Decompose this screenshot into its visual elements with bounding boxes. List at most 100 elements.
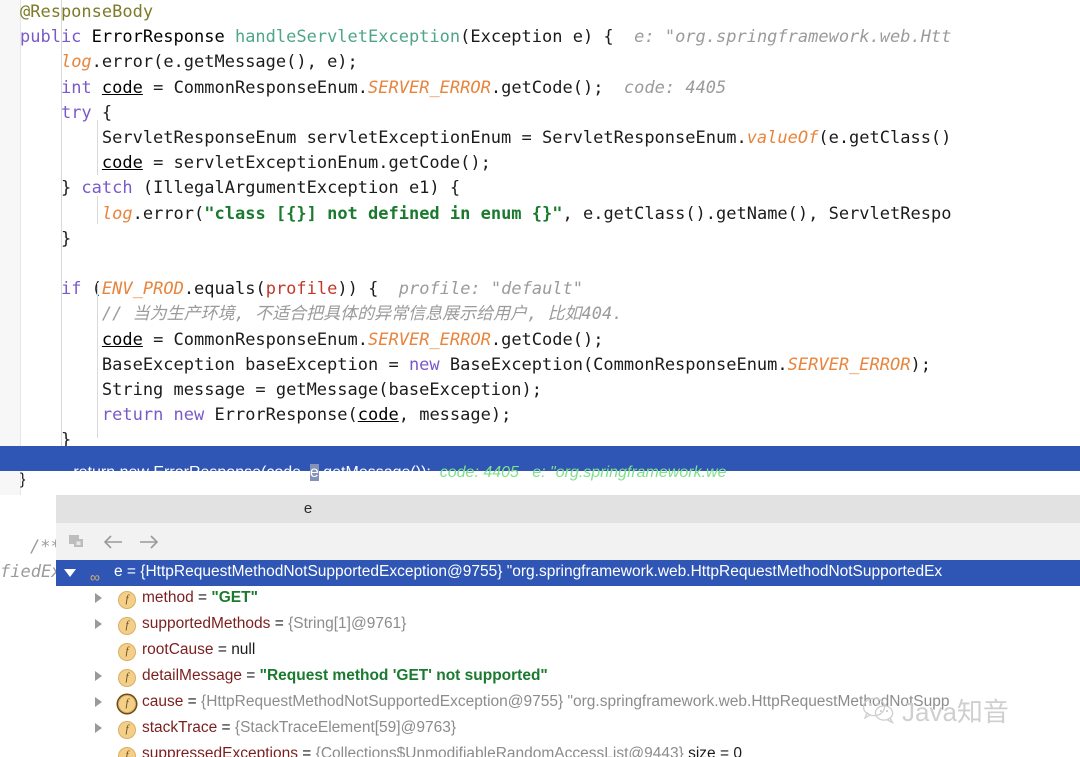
indent-guide [97, 196, 98, 224]
code-token: = servletExceptionEnum.getCode(); [142, 153, 491, 174]
execution-marker [0, 446, 4, 472]
code-token: .getCode(); [490, 77, 604, 98]
code-token: code [101, 329, 143, 350]
code-token: ErrorResponse( [214, 405, 358, 426]
variable-value: size = 0 [683, 745, 742, 757]
variable-value: "GET" [211, 589, 258, 606]
code-token: { [101, 102, 113, 123]
code-line: ServletResponseEnum servletExceptionEnum… [0, 126, 1080, 151]
code-token: String message = getMessage(baseExceptio… [20, 380, 542, 400]
arrow-left-icon [103, 535, 122, 549]
code-token: "class [{}] not defined in enum {}" [204, 203, 563, 224]
code-line: try { [0, 101, 1080, 126]
code-token: profile [265, 279, 338, 300]
code-token: handleServletException [234, 27, 461, 48]
watch-oo-icon: ∞ [90, 569, 100, 585]
debugger-toolbar[interactable] [56, 523, 1080, 561]
field-icon: f [118, 617, 136, 635]
field-circled-icon: f [118, 695, 136, 713]
field-icon: f [118, 747, 136, 757]
expand-arrow-right-icon[interactable] [95, 593, 102, 603]
expand-arrow-down-icon[interactable] [64, 569, 76, 577]
code-token: profile: "default" [378, 279, 584, 300]
current-execution-line[interactable]: return new ErrorResponse(code, e.getMess… [0, 446, 1080, 481]
code-token: ); [910, 354, 931, 375]
variable-reference: {Collections$UnmodifiableRandomAccessLis… [315, 745, 684, 757]
code-token: SERVER_ERROR [368, 77, 491, 98]
code-token: log [60, 52, 92, 73]
variable-row[interactable]: f detailMessage = "Request method 'GET' n… [56, 664, 1080, 690]
variable-reference: {StackTraceElement[59]@9763} [234, 719, 457, 736]
expand-arrow-right-icon[interactable] [95, 723, 102, 733]
indent-guide [97, 283, 98, 438]
code-token: .getCode(); [490, 329, 604, 350]
variable-value: null [231, 641, 256, 658]
variable-name: cause [142, 693, 184, 710]
variable-name: detailMessage [142, 667, 242, 684]
code-token: ServletResponseEnum servletExceptionEnum… [20, 128, 747, 148]
code-line: log.error("class [{}] not defined in enu… [0, 202, 1080, 227]
expand-arrow-right-icon[interactable] [95, 697, 102, 707]
code-token: ENV_PROD [101, 279, 184, 300]
variable-equals: = [297, 745, 316, 757]
variable-row[interactable]: f rootCause = null [56, 638, 1080, 664]
variable-row[interactable]: f cause = {HttpRequestMethodNotSupportedE… [56, 690, 1080, 716]
field-icon: f [118, 721, 136, 739]
copy-frame-icon [69, 535, 83, 547]
variable-name: stackTrace [142, 719, 218, 736]
variables-tree[interactable]: ∞ e = {HttpRequestMethodNotSupportedExcep… [56, 560, 1080, 757]
code-token: valueOf [746, 128, 819, 148]
closing-brace: } [20, 471, 26, 488]
navigate-back-button[interactable] [102, 533, 124, 551]
background-comment-text: fiedExc [0, 562, 56, 582]
code-token: @ResponseBody [20, 2, 154, 22]
debugger-popup-title: e [303, 500, 313, 517]
expand-arrow-right-icon[interactable] [95, 671, 102, 681]
code-token: BaseException baseException = [20, 354, 409, 375]
variable-value: "org.springframework.web.HttpRequestMeth… [502, 563, 943, 580]
code-line: } catch (IllegalArgumentException e1) { [0, 176, 1080, 201]
expand-arrow-right-icon[interactable] [95, 619, 102, 629]
code-token: , e.getClass().getName(), ServletRespo [562, 203, 952, 224]
variable-row[interactable]: f supportedMethods = {String[1]@9761} [56, 612, 1080, 638]
code-line: int code = CommonResponseEnum.SERVER_ERR… [0, 76, 1080, 101]
ide-window: @ResponseBody public ErrorResponse handle… [0, 0, 1080, 757]
code-token: int [60, 77, 102, 98]
variable-reference: {HttpRequestMethodNotSupportedException@… [140, 563, 503, 580]
indent-guide [61, 0, 62, 465]
code-line: public ErrorResponse handleServletExcept… [0, 25, 1080, 50]
source-code[interactable]: @ResponseBody public ErrorResponse handle… [0, 0, 1080, 495]
field-icon: f [118, 643, 136, 661]
code-editor[interactable]: @ResponseBody public ErrorResponse handle… [0, 0, 1080, 495]
code-line: BaseException baseException = new BaseEx… [0, 353, 1080, 378]
code-token: = CommonResponseEnum. [142, 329, 369, 350]
code-token: log [101, 203, 133, 224]
variable-row[interactable]: ∞ e = {HttpRequestMethodNotSupportedExcep… [56, 560, 1080, 586]
debugger-variables-panel[interactable]: e ∞ e = {HttpRequestMethodNotSupportedEx… [56, 495, 1080, 757]
code-line: } [0, 227, 1080, 252]
code-token: BaseException(CommonResponseEnum. [449, 354, 788, 375]
code-line: if (ENV_PROD.equals(profile)) { profile:… [0, 277, 1080, 302]
code-token: ErrorResponse [91, 27, 235, 48]
variable-row[interactable]: f stackTrace = {StackTraceElement[59]@976… [56, 716, 1080, 742]
arrow-right-icon [140, 535, 159, 549]
variable-equals: = [193, 589, 212, 606]
indent-guide [97, 120, 98, 175]
show-frame-icon[interactable] [68, 533, 90, 551]
code-token: SERVER_ERROR [368, 329, 491, 350]
code-token: new [408, 354, 450, 375]
code-token: SERVER_ERROR [787, 354, 911, 375]
code-token: code [101, 77, 143, 98]
code-token: (Exception e) { [460, 27, 614, 48]
navigate-forward-button[interactable] [136, 533, 159, 551]
code-token: catch [81, 178, 143, 199]
variable-equals: = [217, 719, 235, 736]
code-token: code: 4405 [603, 77, 727, 98]
variable-row[interactable]: f suppressedExceptions = {Collections$Unm… [56, 742, 1080, 757]
variable-name: e [114, 563, 123, 580]
code-line: code = CommonResponseEnum.SERVER_ERROR.g… [0, 328, 1080, 353]
code-token: // 当为生产环境, 不适合把具体的异常信息展示给用户, 比如404. [101, 304, 623, 325]
variable-row[interactable]: f method = "GET" [56, 586, 1080, 612]
code-line: String message = getMessage(baseExceptio… [0, 378, 1080, 403]
variable-value: "Request method 'GET' not supported" [259, 667, 548, 684]
